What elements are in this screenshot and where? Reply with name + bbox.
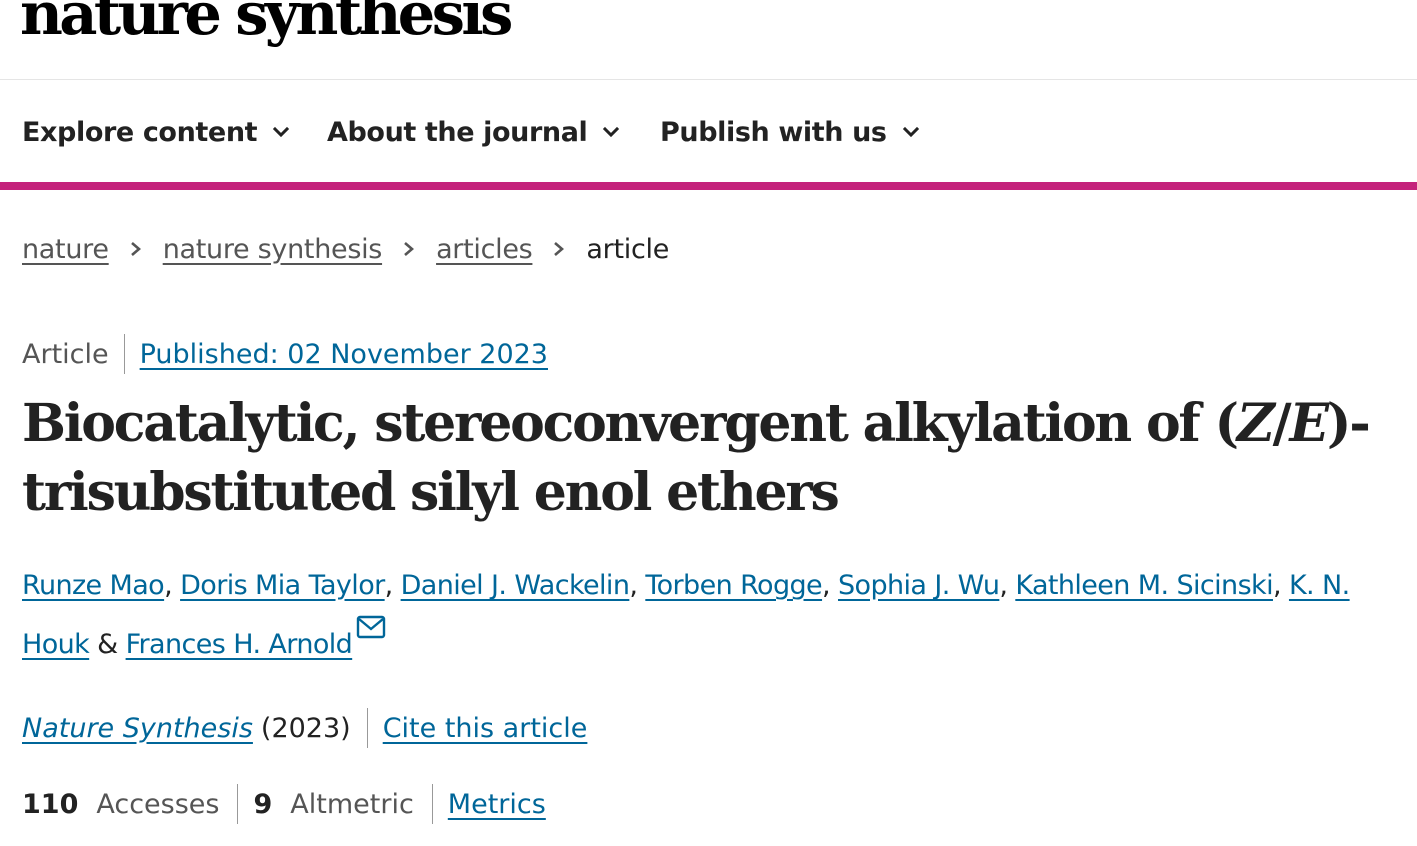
breadcrumb-current: article <box>586 233 670 265</box>
journal-logo[interactable]: nature synthesis <box>20 0 513 54</box>
author-link-corresponding[interactable]: Frances H. Arnold <box>126 629 353 660</box>
chevron-down-icon <box>603 126 620 138</box>
author-link[interactable]: Runze Mao <box>22 570 165 601</box>
breadcrumb-nature[interactable]: nature <box>22 234 109 265</box>
nav-item-label: About the journal <box>327 116 588 148</box>
nav-item-label: Publish with us <box>660 116 887 148</box>
journal-link[interactable]: Nature Synthesis <box>22 713 253 744</box>
author-link[interactable]: Torben Rogge <box>645 570 822 601</box>
breadcrumb-articles[interactable]: articles <box>436 234 533 265</box>
author-list: Runze Mao, Doris Mia Taylor, Daniel J. W… <box>22 556 1407 674</box>
mail-icon[interactable] <box>356 615 386 639</box>
article-meta: Article Published: 02 November 2023 <box>22 334 548 374</box>
metrics-row: 110 Accesses 9 Altmetric Metrics <box>22 784 546 824</box>
main-nav: Explore content About the journal Publis… <box>0 80 1417 190</box>
chevron-right-icon <box>404 242 415 256</box>
title-text: Biocatalytic, stereoconvergent alkylatio… <box>22 393 1239 454</box>
metrics-link[interactable]: Metrics <box>433 789 546 820</box>
title-slash: / <box>1272 393 1292 454</box>
author-separator: , <box>1272 570 1289 601</box>
breadcrumb-nature-synthesis[interactable]: nature synthesis <box>163 234 383 265</box>
breadcrumb: nature nature synthesis articles article <box>22 228 669 270</box>
nav-publish-with-us[interactable]: Publish with us <box>660 110 921 154</box>
nav-item-label: Explore content <box>22 116 258 148</box>
chevron-right-icon <box>130 242 141 256</box>
publication-year: (2023) <box>260 712 351 744</box>
author-link[interactable]: Kathleen M. Sicinski <box>1015 570 1273 601</box>
title-z-italic: Z <box>1236 393 1275 454</box>
author-separator: , <box>822 570 839 601</box>
author-link[interactable]: Doris Mia Taylor <box>180 570 385 601</box>
chevron-down-icon <box>273 126 290 138</box>
author-separator: , <box>384 570 401 601</box>
chevron-down-icon <box>902 126 919 138</box>
article-type: Article <box>22 338 109 370</box>
chevron-right-icon <box>554 242 565 256</box>
author-separator: , <box>999 570 1016 601</box>
article-title: Biocatalytic, stereoconvergent alkylatio… <box>22 389 1402 527</box>
altmetric-count: 9 <box>253 788 273 820</box>
published-date-link[interactable]: Published: 02 November 2023 <box>125 339 548 370</box>
citation-row: Nature Synthesis (2023) Cite this articl… <box>22 708 587 748</box>
site-header: nature synthesis <box>0 0 1417 80</box>
author-separator: , <box>164 570 181 601</box>
accesses-label: Accesses <box>96 788 220 820</box>
nav-explore-content[interactable]: Explore content <box>22 110 291 154</box>
author-link[interactable]: Sophia J. Wu <box>838 570 1000 601</box>
cite-this-article-link[interactable]: Cite this article <box>368 713 588 744</box>
title-e-italic: E <box>1289 393 1329 454</box>
accesses-count: 110 <box>22 788 79 820</box>
author-link[interactable]: Daniel J. Wackelin <box>401 570 630 601</box>
nav-about-journal[interactable]: About the journal <box>327 110 621 154</box>
author-separator: , <box>629 570 646 601</box>
author-separator-last: & <box>89 629 126 660</box>
altmetric-label: Altmetric <box>290 788 414 820</box>
